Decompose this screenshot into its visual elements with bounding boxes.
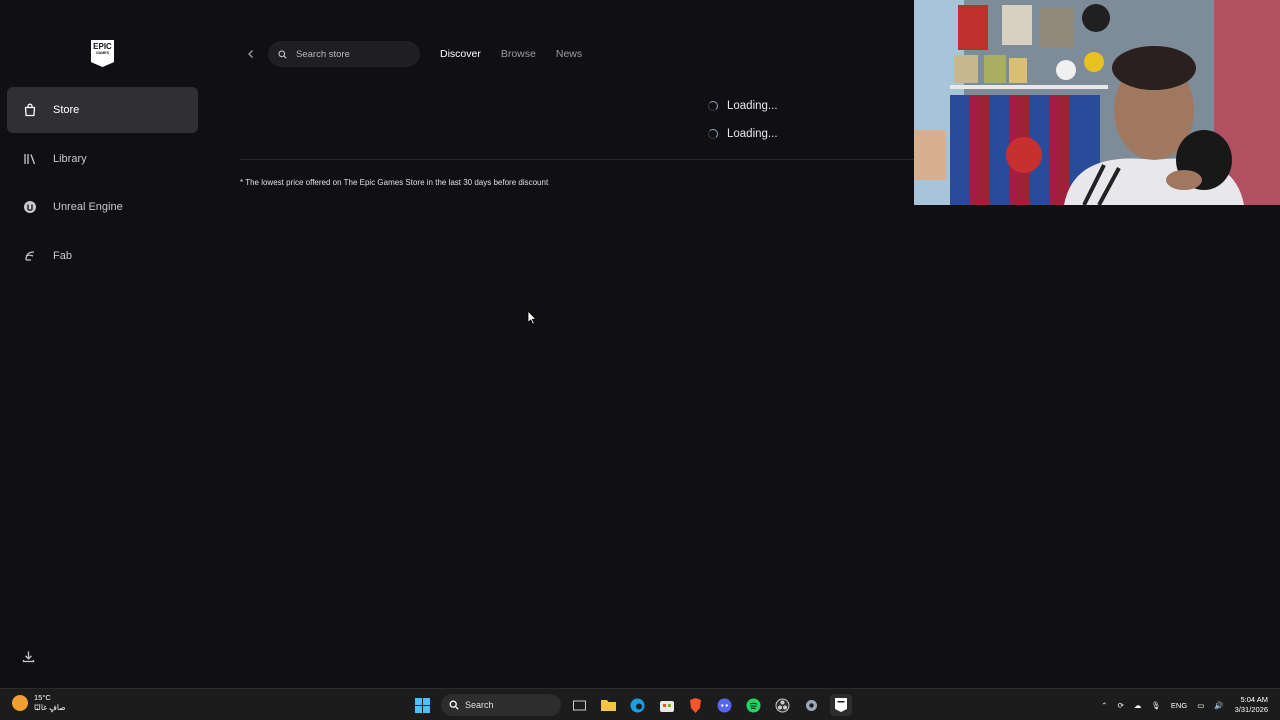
search-icon [449,700,459,710]
obs-icon [775,698,790,712]
search-icon [278,49,287,59]
store-bag-icon [23,103,37,117]
system-tray: ⌃ ⟳ ☁ 🎙 ENG ▭ 🔊 5:04 AM 3/31/2026 [1096,693,1268,717]
search-input[interactable] [294,47,408,61]
webcam-overlay [914,0,1280,205]
downloads-button[interactable] [18,646,38,666]
file-explorer-button[interactable] [598,694,620,716]
discord-button[interactable] [714,694,736,716]
chevron-left-icon [248,50,253,58]
epic-games-logo[interactable]: EPIC GAMES [91,40,114,67]
windows-logo-icon [415,697,430,713]
epic-launcher-button[interactable] [829,694,852,716]
language-indicator[interactable]: ENG [1171,701,1187,710]
sidebar-item-label: Library [53,153,87,165]
sidebar-item-label: Fab [53,250,72,262]
network-icon[interactable]: ▭ [1197,701,1204,710]
unreal-engine-icon [23,200,37,214]
tray-overflow-chevron-icon[interactable]: ⌃ [1101,701,1107,710]
spotify-button[interactable] [743,694,765,716]
weather-temperature: 15°C [34,693,51,702]
weather-sun-icon [12,695,28,711]
obs-button[interactable] [772,694,794,716]
clock-time: 5:04 AM [1240,695,1268,704]
sidebar-item-unreal-engine[interactable]: Unreal Engine [7,184,198,230]
sidebar-item-label: Unreal Engine [53,201,123,213]
taskbar-search[interactable]: Search [441,694,561,716]
tab-browse[interactable]: Browse [501,48,536,60]
logo-line-1: EPIC [93,42,112,51]
task-view-button[interactable] [569,694,591,716]
loading-indicator: Loading... [708,128,778,140]
start-button[interactable] [412,694,434,716]
section-divider [240,159,915,160]
download-icon [22,651,34,662]
volume-icon[interactable]: 🔊 [1214,701,1223,710]
folder-icon [601,700,616,711]
edge-button[interactable] [627,694,649,716]
gear-icon [806,699,817,711]
epic-games-icon [834,698,847,712]
logo-line-2: GAMES [96,51,109,55]
mouse-cursor-icon [527,310,537,325]
settings-button[interactable] [801,694,823,716]
discord-icon [717,698,732,712]
store-topbar: Discover Browse News [240,40,602,68]
brave-button[interactable] [685,694,707,716]
tab-discover[interactable]: Discover [440,48,481,60]
edge-icon [630,698,645,712]
onedrive-cloud-icon[interactable]: ☁ [1134,701,1142,710]
clock-date: 3/31/2026 [1234,705,1268,714]
brave-icon [690,697,701,713]
weather-widget[interactable]: 15°C صافٍ غالبًا [12,693,66,713]
taskbar-search-label: Search [465,700,494,710]
windows-taskbar: 15°C صافٍ غالبًا Search ⌃ ⟳ ☁ 🎙 ENG ▭ 🔊 … [0,688,1280,720]
store-search[interactable] [268,41,420,67]
sidebar-item-fab[interactable]: Fab [7,233,198,279]
microphone-icon[interactable]: 🎙 [1151,701,1161,710]
loading-text: Loading... [727,128,778,140]
sync-icon[interactable]: ⟳ [1118,701,1124,710]
spotify-icon [746,698,761,712]
store-icon [659,701,674,712]
task-view-icon [573,700,586,710]
weather-condition: صافٍ غالبًا [34,703,66,712]
price-footnote: * The lowest price offered on The Epic G… [240,178,549,187]
sidebar-item-store[interactable]: Store [7,87,198,133]
sidebar-item-library[interactable]: Library [7,136,198,182]
back-button[interactable] [240,43,262,65]
loading-text: Loading... [727,100,778,112]
sidebar-item-label: Store [53,104,80,116]
clock[interactable]: 5:04 AM 3/31/2026 [1235,695,1268,715]
spinner-icon [708,129,718,139]
ms-store-button[interactable] [656,694,678,716]
library-icon [23,152,37,166]
tab-news[interactable]: News [556,48,582,60]
fab-icon [23,249,37,263]
loading-indicator: Loading... [708,100,778,112]
taskbar-apps: Search [408,693,855,717]
spinner-icon [708,101,718,111]
sidebar: EPIC GAMES Store Library Unreal Engine F… [0,0,206,688]
